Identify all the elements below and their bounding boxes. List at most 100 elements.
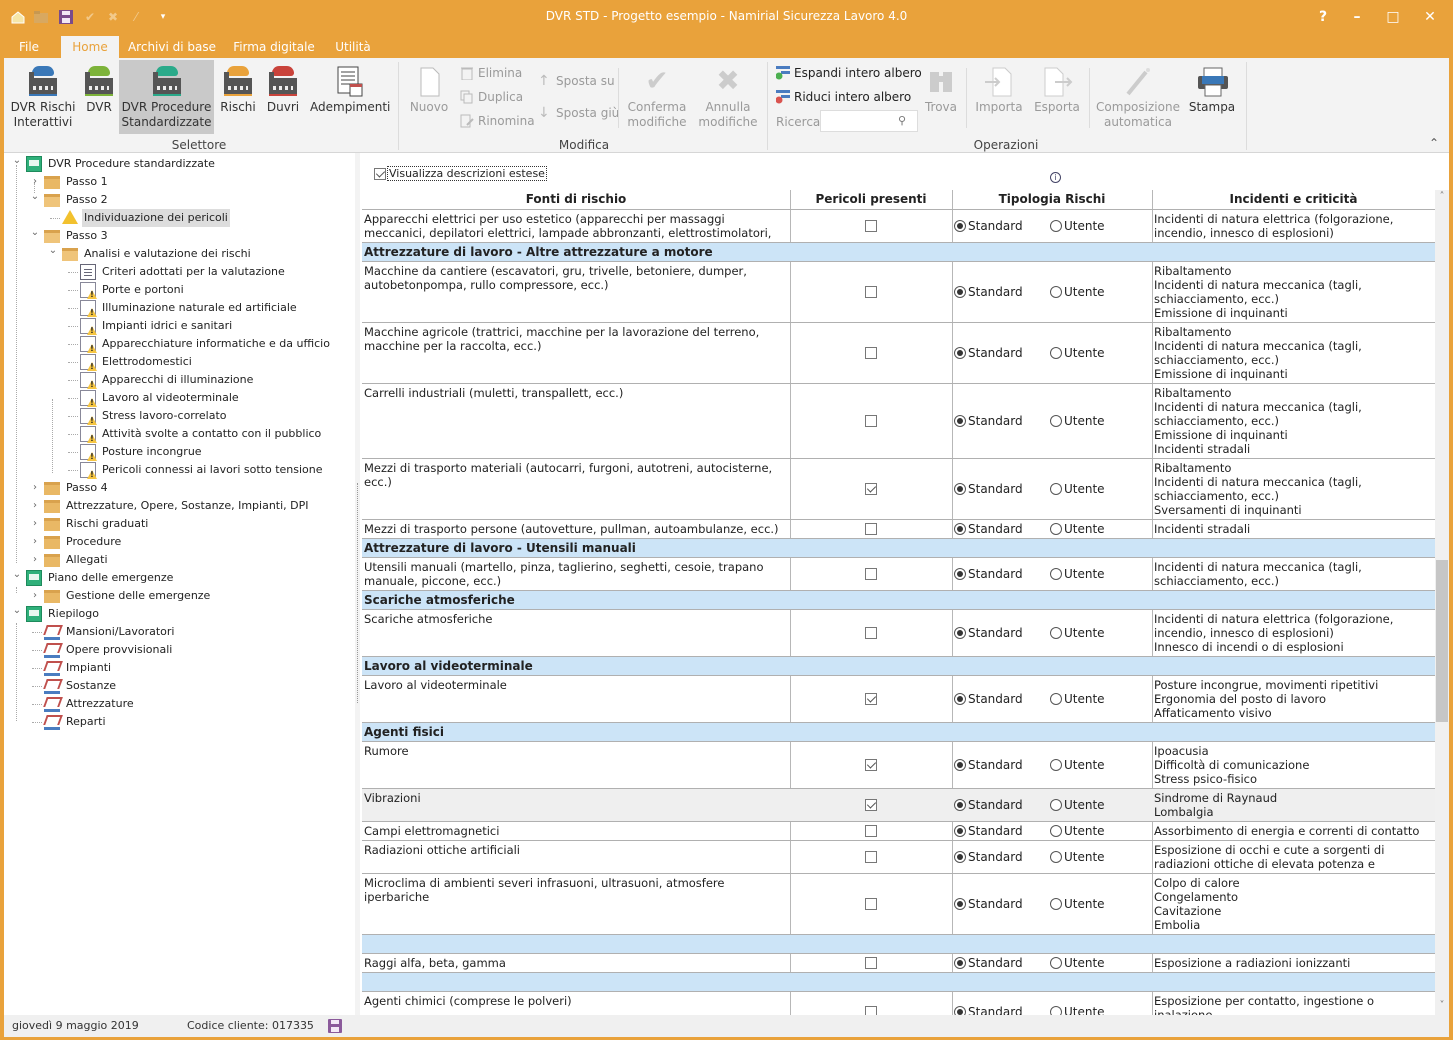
chevron-right-icon[interactable]: ›: [30, 173, 40, 191]
radio-button[interactable]: [954, 693, 966, 705]
chevron-right-icon[interactable]: ›: [30, 497, 40, 515]
vertical-scrollbar[interactable]: ˄ ˅: [1435, 190, 1449, 1015]
chevron-down-icon[interactable]: ⌄: [12, 155, 22, 173]
tab-file[interactable]: File: [8, 36, 50, 58]
tipologia-radio-utente[interactable]: Utente: [1050, 956, 1105, 970]
table-row[interactable]: Mezzi di trasporto persone (autovetture,…: [362, 520, 1435, 539]
pericolo-checkbox[interactable]: [865, 286, 877, 298]
tree-item[interactable]: Attività svolte a contatto con il pubbli…: [100, 425, 323, 443]
radio-button[interactable]: [1050, 523, 1062, 535]
radio-button[interactable]: [1050, 347, 1062, 359]
tree-item[interactable]: DVR Procedure standardizzate: [46, 155, 217, 173]
radio-button[interactable]: [1050, 220, 1062, 232]
table-row[interactable]: Mezzi di trasporto materiali (autocarri,…: [362, 459, 1435, 520]
radio-button[interactable]: [954, 851, 966, 863]
tree-item[interactable]: Riepilogo: [46, 605, 101, 623]
tipologia-radio-standard[interactable]: Standard: [954, 897, 1023, 911]
dvr-procedure-standardizzate-button[interactable]: DVR Procedure Standardizzate: [119, 60, 214, 134]
dvr-button[interactable]: DVR: [82, 60, 116, 134]
table-row[interactable]: Raggi alfa, beta, gamma Standard Utente Esp…: [362, 954, 1435, 973]
sposta-giu-button[interactable]: ↓ Sposta giù: [538, 104, 619, 122]
pericolo-checkbox[interactable]: [865, 693, 877, 705]
chevron-right-icon[interactable]: ›: [30, 587, 40, 605]
radio-button[interactable]: [1050, 286, 1062, 298]
radio-button[interactable]: [1050, 851, 1062, 863]
tree-item[interactable]: Lavoro al videoterminale: [100, 389, 241, 407]
pericolo-checkbox[interactable]: [865, 483, 877, 495]
tipologia-radio-standard[interactable]: Standard: [954, 567, 1023, 581]
duplica-button[interactable]: Duplica: [460, 88, 523, 106]
tipologia-radio-standard[interactable]: Standard: [954, 482, 1023, 496]
tipologia-radio-utente[interactable]: Utente: [1050, 692, 1105, 706]
table-row[interactable]: Microclima di ambienti severi infrasuoni…: [362, 874, 1435, 935]
tipologia-radio-utente[interactable]: Utente: [1050, 346, 1105, 360]
tree-item[interactable]: Attrezzature, Opere, Sostanze, Impianti,…: [64, 497, 311, 515]
espandi-albero-button[interactable]: Espandi intero albero: [775, 64, 922, 82]
table-row[interactable]: Lavoro al videoterminale Standard Utente Po…: [362, 676, 1435, 723]
minimize-button[interactable]: –: [1342, 6, 1372, 28]
radio-button[interactable]: [954, 286, 966, 298]
tree-item[interactable]: Apparecchi di illuminazione: [100, 371, 255, 389]
radio-button[interactable]: [1050, 957, 1062, 969]
radio-button[interactable]: [1050, 483, 1062, 495]
chevron-down-icon[interactable]: ⌄: [30, 227, 40, 245]
tree-item[interactable]: Rischi graduati: [64, 515, 150, 533]
info-icon[interactable]: i: [1050, 172, 1061, 183]
pericolo-checkbox[interactable]: [865, 523, 877, 535]
rischi-button[interactable]: Rischi: [218, 60, 258, 134]
radio-button[interactable]: [1050, 825, 1062, 837]
importa-button[interactable]: Importa: [974, 60, 1024, 134]
table-row[interactable]: Carrelli industriali (muletti, transpall…: [362, 384, 1435, 459]
column-header-incidenti[interactable]: Incidenti e criticità: [1152, 190, 1435, 209]
tree-item[interactable]: Passo 2: [64, 191, 110, 209]
tree-item[interactable]: Apparecchiature informatiche e da uffici…: [100, 335, 332, 353]
table-row[interactable]: Macchine agricole (trattrici, macchine p…: [362, 323, 1435, 384]
radio-button[interactable]: [954, 1005, 966, 1015]
collapse-ribbon-chevron-icon[interactable]: ⌃: [1429, 136, 1439, 150]
tree-item[interactable]: Criteri adottati per la valutazione: [100, 263, 287, 281]
pericolo-checkbox[interactable]: [865, 799, 877, 811]
radio-button[interactable]: [1050, 415, 1062, 427]
tab-utilita[interactable]: Utilità: [331, 36, 375, 58]
annulla-modifiche-button[interactable]: ✖ Annulla modifiche: [696, 60, 760, 134]
tipologia-radio-utente[interactable]: Utente: [1050, 850, 1105, 864]
scrollbar-thumb[interactable]: [1436, 560, 1448, 722]
tree-item[interactable]: Elettrodomestici: [100, 353, 194, 371]
tipologia-radio-utente[interactable]: Utente: [1050, 1005, 1105, 1015]
chevron-right-icon[interactable]: ›: [30, 551, 40, 569]
radio-button[interactable]: [954, 523, 966, 535]
tipologia-radio-utente[interactable]: Utente: [1050, 522, 1105, 536]
maximize-button[interactable]: □: [1378, 6, 1408, 28]
adempimenti-button[interactable]: Adempimenti: [310, 60, 390, 134]
nuovo-button[interactable]: Nuovo: [406, 60, 452, 134]
tipologia-radio-standard[interactable]: Standard: [954, 626, 1023, 640]
pericolo-checkbox[interactable]: [865, 759, 877, 771]
tipologia-radio-standard[interactable]: Standard: [954, 346, 1023, 360]
tipologia-radio-utente[interactable]: Utente: [1050, 482, 1105, 496]
tipologia-radio-standard[interactable]: Standard: [954, 956, 1023, 970]
tree-item[interactable]: Individuazione dei pericoli: [82, 209, 230, 227]
elimina-button[interactable]: Elimina: [460, 64, 522, 82]
tipologia-radio-standard[interactable]: Standard: [954, 219, 1023, 233]
tab-firma-digitale[interactable]: Firma digitale: [231, 36, 317, 58]
chevron-down-icon[interactable]: ⌄: [48, 245, 58, 263]
tipologia-radio-utente[interactable]: Utente: [1050, 567, 1105, 581]
tree-item[interactable]: Illuminazione naturale ed artificiale: [100, 299, 299, 317]
pericolo-checkbox[interactable]: [865, 627, 877, 639]
composizione-automatica-button[interactable]: Composizione automatica: [1096, 60, 1180, 134]
radio-button[interactable]: [954, 568, 966, 580]
table-row[interactable]: Apparecchi elettrici per uso estetico (a…: [362, 210, 1435, 243]
table-row[interactable]: Campi elettromagnetici Standard Utente Asso…: [362, 822, 1435, 841]
column-header-tipologia[interactable]: Tipologia Rischi: [952, 190, 1152, 209]
radio-button[interactable]: [954, 898, 966, 910]
sposta-su-button[interactable]: ↑ Sposta su: [538, 72, 615, 90]
conferma-modifiche-button[interactable]: ✔ Conferma modifiche: [626, 60, 688, 134]
pericolo-checkbox[interactable]: [865, 347, 877, 359]
duvri-button[interactable]: Duvri: [264, 60, 302, 134]
table-row[interactable]: Macchine da cantiere (escavatori, gru, t…: [362, 262, 1435, 323]
tree-item[interactable]: Piano delle emergenze: [46, 569, 175, 587]
tipologia-radio-utente[interactable]: Utente: [1050, 414, 1105, 428]
radio-button[interactable]: [954, 825, 966, 837]
scroll-up-icon[interactable]: ˄: [1435, 190, 1449, 204]
radio-button[interactable]: [1050, 898, 1062, 910]
